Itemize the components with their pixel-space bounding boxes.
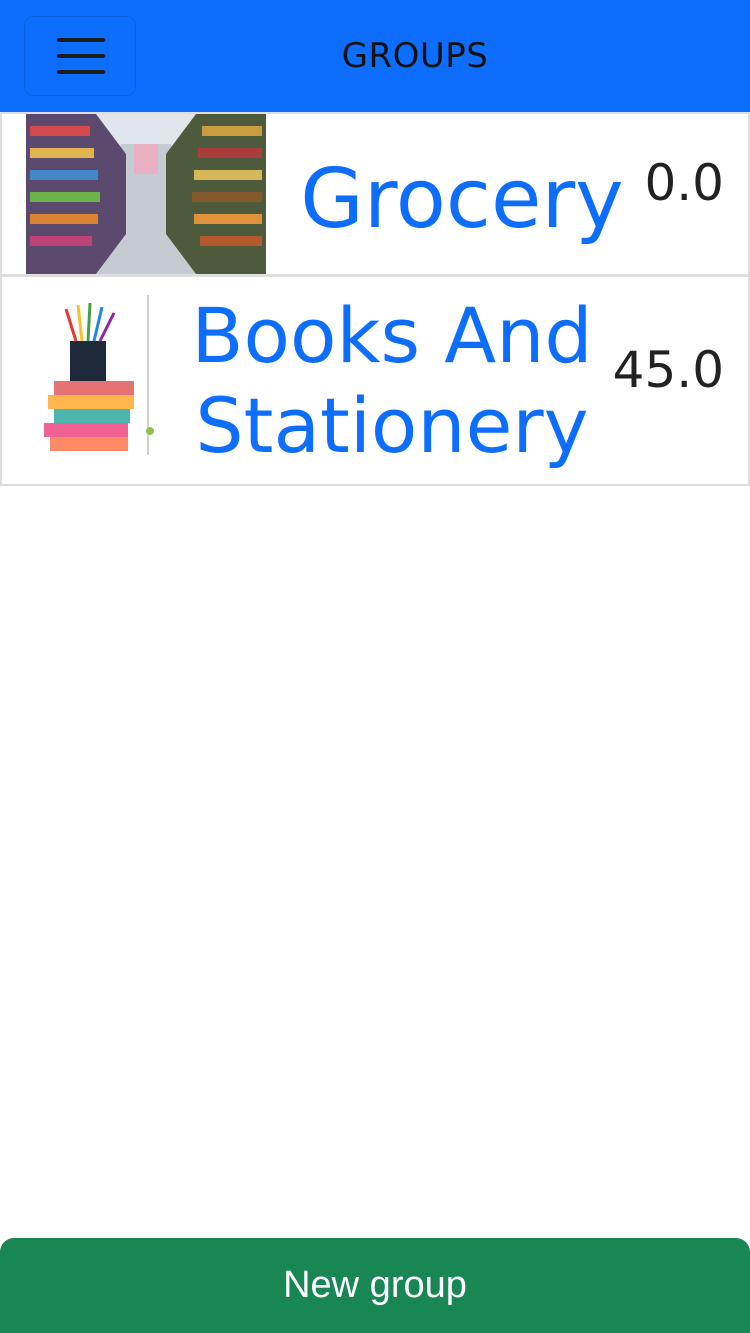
hamburger-icon xyxy=(57,38,105,42)
group-name[interactable]: Books And Stationery xyxy=(172,291,612,471)
hamburger-icon-bar xyxy=(57,54,105,58)
hamburger-icon-bar xyxy=(57,70,105,74)
page-title: GROUPS xyxy=(341,36,489,76)
books-image xyxy=(26,295,166,465)
menu-toggle-button[interactable] xyxy=(24,16,136,96)
group-name[interactable]: Grocery xyxy=(292,152,632,248)
grocery-image xyxy=(26,114,266,274)
group-row-grocery[interactable]: Grocery 0.0 xyxy=(0,112,750,276)
new-group-button[interactable]: New group xyxy=(0,1238,750,1333)
group-list: Grocery 0.0 Books And Stationery 45.0 xyxy=(0,112,750,486)
group-amount: 45.0 xyxy=(612,341,724,399)
group-amount: 0.0 xyxy=(644,154,724,212)
group-row-books-and-stationery[interactable]: Books And Stationery 45.0 xyxy=(0,276,750,486)
top-navbar: GROUPS xyxy=(0,0,750,112)
